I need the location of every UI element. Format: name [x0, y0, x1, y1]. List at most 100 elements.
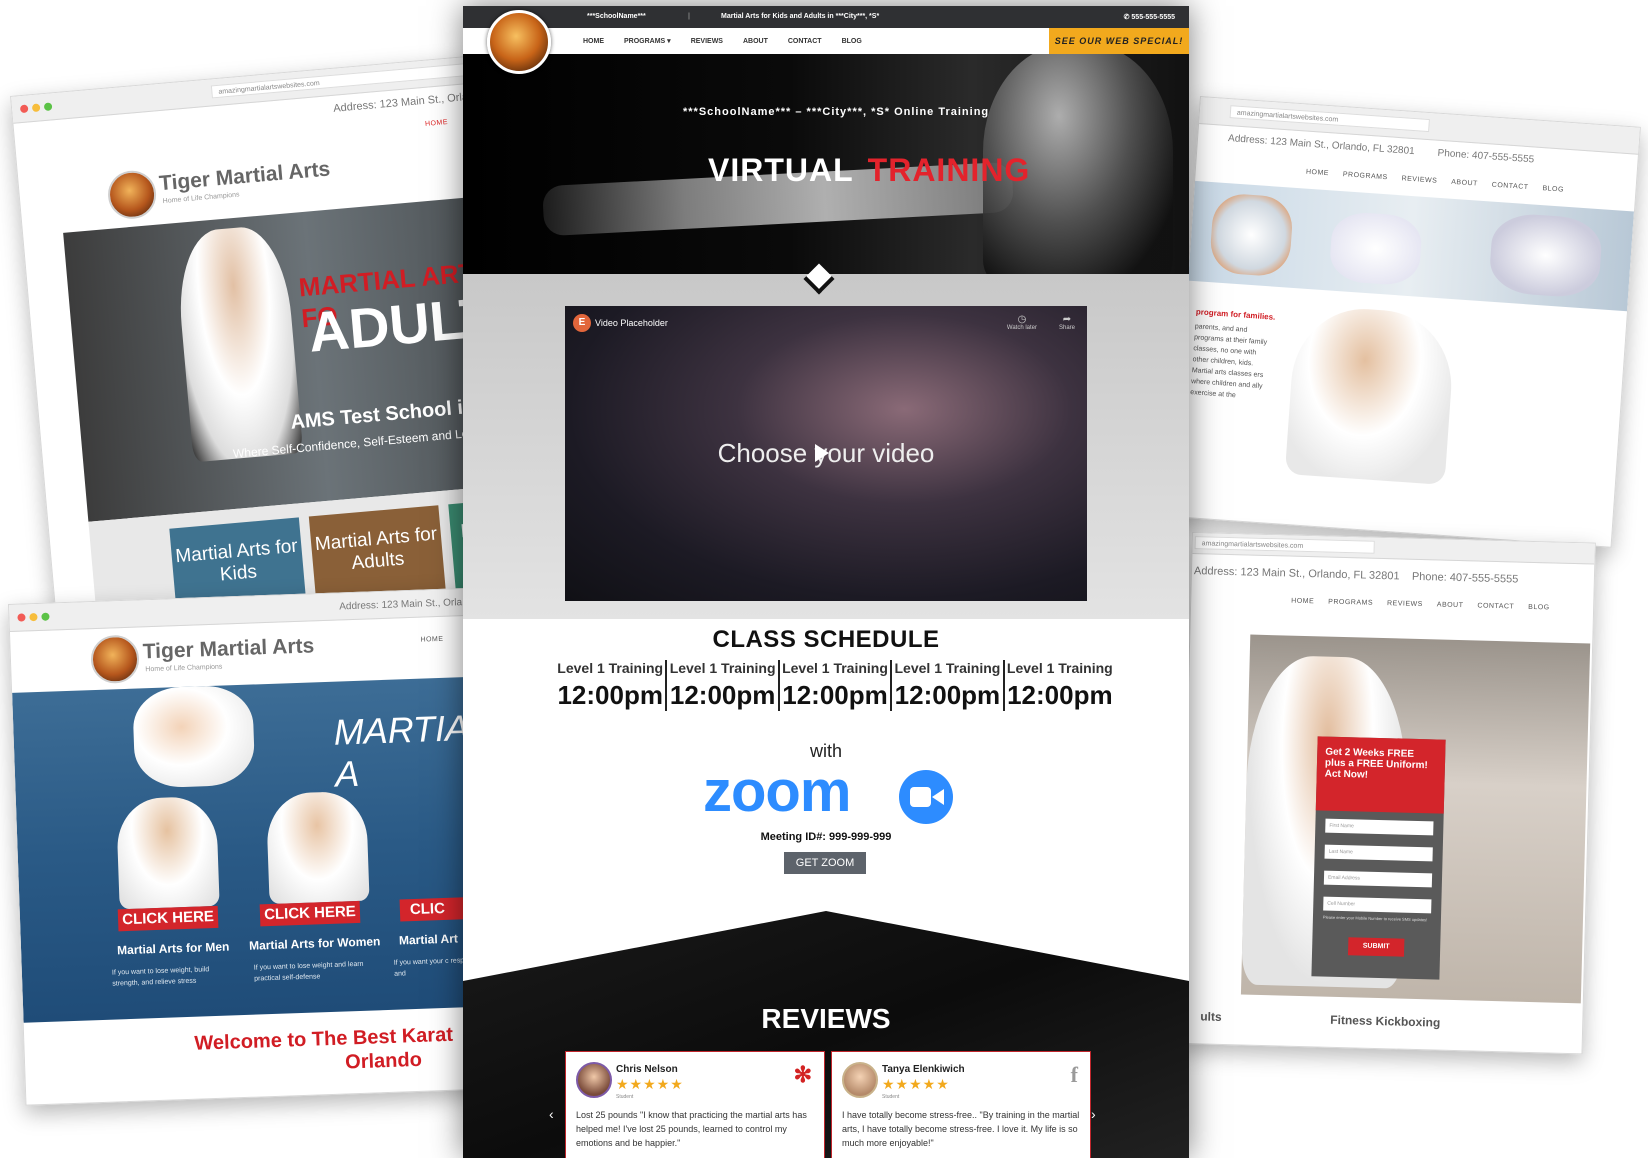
play-icon[interactable]: [815, 444, 829, 462]
man-image: [115, 795, 220, 910]
brand-tagline: Home of Life Champions: [145, 663, 223, 674]
address-text: Address: 123 Main St., Orla: [332, 91, 469, 115]
nav-contact[interactable]: CONTACT: [1492, 182, 1529, 192]
video-player[interactable]: E Video Placeholder ◷ Watch later ➦ Share …: [565, 306, 1087, 601]
bg-site-programs: Address: 123 Main St., Orla Tiger Martia…: [8, 587, 498, 1106]
hero-title: VIRTUAL TRAINING: [708, 152, 1030, 189]
meeting-id: Meeting ID#: 999-999-999: [760, 831, 892, 843]
watch-later-label: Watch later: [1006, 325, 1037, 331]
offer-form: Get 2 Weeks FREE plus a FREE Uniform! Ac…: [1311, 736, 1446, 980]
fighter-image: [173, 223, 304, 463]
footer-right: Fitness Kickboxing: [1330, 1012, 1441, 1030]
submit-button[interactable]: SUBMIT: [1347, 937, 1405, 957]
girl-kick-image: [1284, 304, 1457, 486]
nav-programs[interactable]: PROGRAMS: [1343, 171, 1388, 181]
avatar: [842, 1062, 878, 1098]
nav-programs[interactable]: PROGRAMS ▾: [624, 38, 671, 45]
child-image: [1328, 210, 1424, 287]
nav-home[interactable]: HOME: [1291, 598, 1314, 606]
review-card: Tanya Elenkiwich ★★★★★ Student f I have …: [831, 1051, 1091, 1158]
program-title: Martial Art: [398, 931, 459, 948]
schedule-slot: Level 1 Training 12:00pm: [1005, 660, 1115, 711]
watch-later-button[interactable]: ◷ Watch later: [1007, 314, 1037, 331]
share-icon: ➦: [1062, 314, 1072, 325]
last-name-input[interactable]: Last Name: [1324, 844, 1433, 862]
brand-name: Tiger Martial Arts: [142, 634, 315, 664]
nav-contact[interactable]: CONTACT: [1477, 602, 1514, 610]
cell-input[interactable]: Cell Number: [1323, 896, 1432, 914]
nav-blog[interactable]: BLOG: [842, 38, 862, 45]
nav-home[interactable]: HOME: [1306, 169, 1329, 178]
nav-reviews[interactable]: REVIEWS: [691, 38, 723, 45]
phone-text: Phone: 407-555-5555: [1437, 147, 1535, 166]
slot-level: Level 1 Training: [894, 660, 1001, 676]
url-bar: amazingmartialartswebsites.com: [1194, 536, 1375, 554]
reviewer-role: Student: [616, 1094, 634, 1100]
nav-about[interactable]: ABOUT: [743, 38, 768, 45]
slot-time: 12:00pm: [782, 680, 888, 710]
welcome-heading-2: Orlando: [344, 1048, 423, 1074]
bg-site-offer: amazingmartialartswebsites.com Address: …: [1178, 532, 1596, 1055]
nav-reviews[interactable]: REVIEWS: [1401, 175, 1437, 184]
schedule-slot: Level 1 Training 12:00pm: [667, 660, 780, 711]
offer-banner: Get 2 Weeks FREE plus a FREE Uniform! Ac…: [1240, 634, 1591, 1004]
nav-about[interactable]: ABOUT: [1451, 179, 1478, 188]
click-here-button[interactable]: CLICK HERE: [117, 905, 219, 932]
share-button[interactable]: ➦ Share: [1059, 314, 1075, 331]
close-dot-icon: [17, 613, 26, 622]
tiger-logo-icon[interactable]: [487, 10, 551, 74]
class-schedule: CLASS SCHEDULE Level 1 Training 12:00pm L…: [463, 626, 1189, 711]
elementor-icon: E: [573, 314, 591, 332]
slot-time: 12:00pm: [894, 680, 1001, 710]
browser-chrome: amazingmartialartswebsites.com: [11, 55, 482, 124]
reviewer-name: Tanya Elenkiwich: [882, 1064, 965, 1075]
nav-about[interactable]: ABOUT: [1437, 601, 1464, 609]
email-input[interactable]: Email Address: [1323, 870, 1433, 888]
schedule-title: CLASS SCHEDULE: [712, 626, 940, 653]
reviewer-name: Chris Nelson: [616, 1064, 678, 1075]
get-zoom-button[interactable]: GET ZOOM: [784, 852, 866, 874]
slot-time: 12:00pm: [557, 680, 663, 710]
clock-icon: ◷: [1017, 314, 1027, 325]
star-rating: ★★★★★: [616, 1076, 684, 1092]
first-name-input[interactable]: First Name: [1325, 818, 1434, 836]
nav-contact[interactable]: CONTACT: [788, 38, 822, 45]
families-banner: [1188, 180, 1634, 312]
sms-note: Please enter your Mobile Number to recei…: [1322, 914, 1428, 923]
hero-title-red: TRAINING: [867, 152, 1031, 188]
nav-home: HOME: [424, 118, 449, 128]
program-title: Martial Arts for Women: [248, 934, 381, 953]
phone-wrap[interactable]: ✆ 555-555-5555: [1124, 13, 1175, 21]
nav-programs[interactable]: PROGRAMS: [1328, 599, 1373, 607]
chevron-right-icon[interactable]: ›: [1091, 1106, 1096, 1122]
woman-kick-image: [1488, 211, 1604, 300]
maximize-dot-icon: [41, 612, 50, 621]
nav-blog[interactable]: BLOG: [1528, 604, 1550, 612]
woman-image: [265, 790, 370, 905]
minimize-dot-icon: [29, 612, 38, 622]
star-rating: ★★★★★: [882, 1076, 950, 1092]
reviewer-role: Student: [882, 1094, 900, 1100]
address-text: Address: 123 Main St., Orlando, FL 32801: [1193, 565, 1400, 583]
nav-home: HOME: [420, 635, 444, 644]
click-here-button[interactable]: CLICK HERE: [259, 900, 361, 927]
nav-blog[interactable]: BLOG: [1542, 185, 1564, 193]
video-section: E Video Placeholder ◷ Watch later ➦ Share …: [463, 263, 1189, 619]
zoom-camera-icon: [899, 770, 953, 824]
web-special-button[interactable]: SEE OUR WEB SPECIAL!: [1049, 28, 1189, 54]
url-bar: amazingmartialartswebsites.com: [1229, 105, 1430, 133]
brand-name: Tiger Martial Arts: [158, 157, 332, 196]
share-label: Share: [1058, 325, 1075, 331]
nav-home[interactable]: HOME: [583, 38, 604, 45]
top-bar: ***SchoolName*** | Martial Arts for Kids…: [463, 6, 1189, 28]
video-title: Video Placeholder: [595, 318, 668, 328]
maximize-dot-icon: [43, 102, 53, 112]
top-tagline: Martial Arts for Kids and Adults in ***C…: [721, 13, 880, 20]
bg-site-families: amazingmartialartswebsites.com Address: …: [1170, 96, 1641, 548]
yelp-icon: ✻: [793, 1062, 812, 1087]
kid-kick-image: [1208, 192, 1295, 278]
nav-reviews[interactable]: REVIEWS: [1387, 600, 1423, 608]
zoom-wordmark: zoom: [703, 759, 851, 824]
chevron-left-icon[interactable]: ‹: [549, 1106, 554, 1122]
bg-site-adults: amazingmartialartswebsites.com Address: …: [10, 54, 530, 656]
